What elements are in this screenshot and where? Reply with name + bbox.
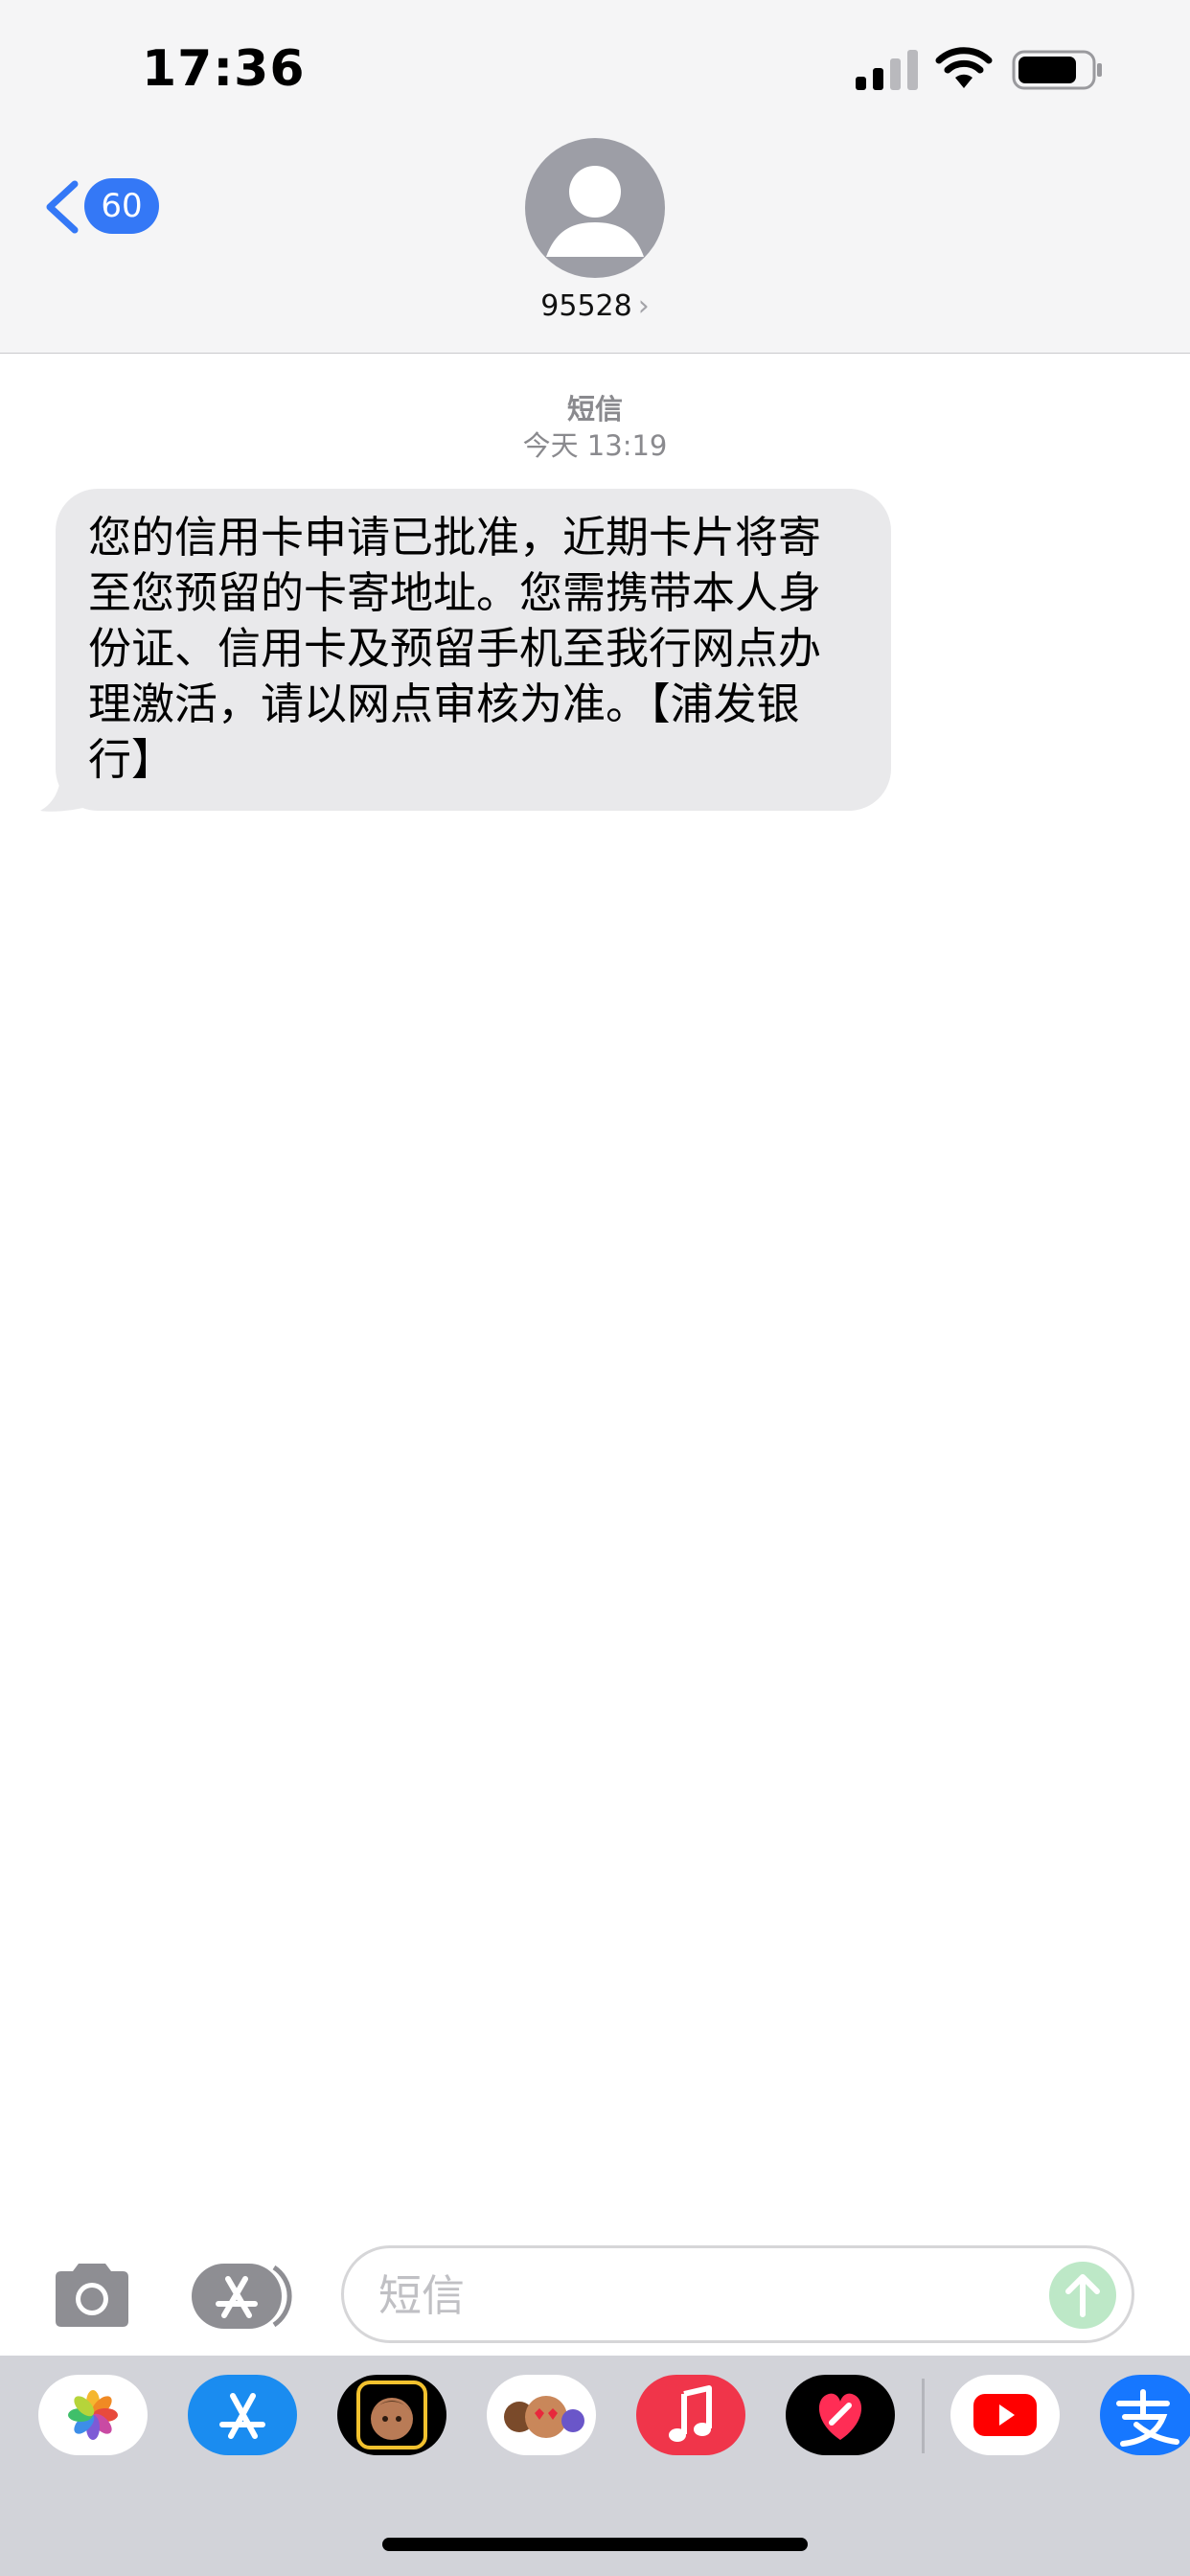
back-button[interactable]: 60: [42, 172, 167, 242]
chevron-left-icon: [46, 180, 79, 234]
photos-app-icon[interactable]: [38, 2375, 148, 2455]
unread-count-badge: 60: [84, 178, 159, 234]
chevron-right-icon: ›: [637, 289, 650, 323]
send-button[interactable]: [1049, 2262, 1116, 2329]
alipay-app-icon[interactable]: [1100, 2375, 1190, 2455]
drawer-divider: [922, 2379, 925, 2453]
battery-icon: [1012, 50, 1102, 90]
animoji-stickers-app-icon[interactable]: [487, 2375, 596, 2455]
cellular-signal-icon: [856, 50, 918, 90]
service-label: 短信: [566, 393, 623, 426]
wifi-icon: [935, 47, 993, 88]
memoji-app-icon[interactable]: [337, 2375, 446, 2455]
app-store-app-icon[interactable]: [188, 2375, 297, 2455]
youtube-app-icon[interactable]: [950, 2375, 1060, 2455]
app-store-icon[interactable]: [192, 2262, 299, 2331]
digital-touch-app-icon[interactable]: [786, 2375, 895, 2455]
camera-icon[interactable]: [50, 2260, 134, 2329]
music-app-icon[interactable]: [636, 2375, 745, 2455]
message-text-field[interactable]: [377, 2266, 994, 2325]
incoming-message-bubble[interactable]: 您的信用卡申请已批准，近期卡片将寄至您预留的卡寄地址。您需携带本人身份证、信用卡…: [56, 489, 891, 811]
person-icon: [546, 166, 644, 257]
home-indicator: [382, 2538, 808, 2551]
message-timestamp: 今天 13:19: [522, 429, 668, 462]
imessage-app-drawer: [0, 2356, 1190, 2576]
status-time: 17:36: [142, 40, 306, 98]
contact-name: 95528: [540, 289, 632, 323]
message-input[interactable]: [341, 2245, 1134, 2343]
contact-name-row[interactable]: 95528 ›: [498, 289, 692, 332]
arrow-up-icon: [1065, 2274, 1100, 2317]
contact-avatar[interactable]: [525, 138, 665, 278]
